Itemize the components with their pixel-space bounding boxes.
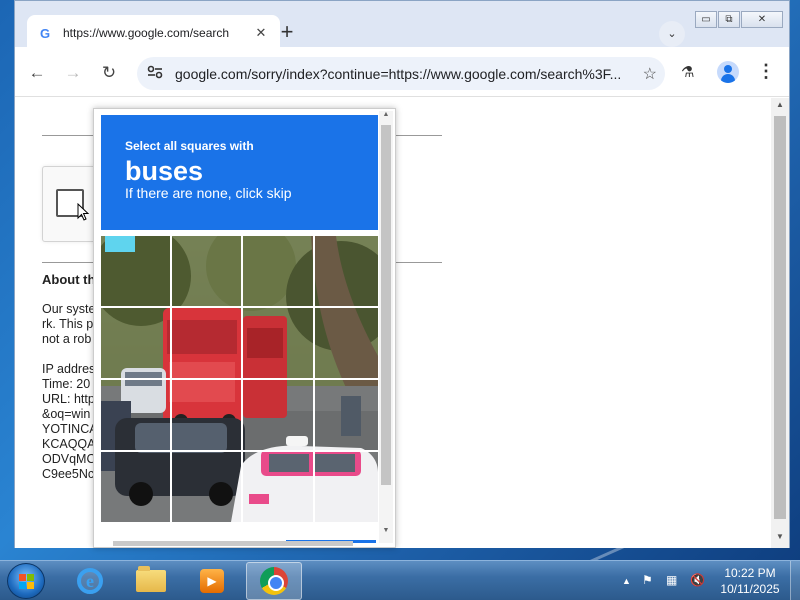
window-close-button[interactable]: ✕ — [741, 11, 783, 28]
tab-search-button[interactable]: ⌄ — [659, 21, 685, 47]
scroll-up-arrow-icon[interactable]: ▲ — [771, 98, 789, 112]
system-clock[interactable]: 10:22 PM 10/11/2025 — [712, 565, 788, 597]
scroll-down-arrow-icon[interactable]: ▼ — [771, 530, 789, 544]
volume-muted-icon[interactable]: 🔇 — [690, 573, 705, 587]
address-url[interactable]: google.com/sorry/index?continue=https://… — [175, 66, 635, 82]
start-button[interactable] — [7, 563, 45, 599]
forward-button[interactable]: → — [61, 61, 85, 85]
challenge-scrollbar-thumb[interactable] — [381, 125, 391, 485]
about-heading: About th — [42, 272, 96, 287]
grid-tile[interactable] — [315, 452, 378, 522]
restore-button[interactable]: ⧉ — [718, 11, 740, 28]
time-line: Time: 20 — [42, 377, 91, 391]
grid-tile[interactable] — [172, 380, 241, 450]
internet-explorer-icon: e — [77, 568, 103, 594]
challenge-header: Select all squares with buses If there a… — [101, 115, 378, 230]
folder-icon — [136, 566, 166, 592]
reload-button[interactable]: ↻ — [97, 61, 121, 85]
labs-icon[interactable]: ⚗ — [681, 63, 694, 81]
new-tab-button[interactable]: + — [275, 21, 299, 45]
action-center-flag-icon[interactable]: ⚑ — [642, 573, 653, 587]
profile-icon[interactable] — [717, 61, 739, 83]
grid-tile[interactable] — [243, 236, 313, 306]
windows-logo-icon — [19, 574, 34, 589]
chrome-icon — [260, 567, 288, 595]
grid-tile[interactable] — [243, 452, 313, 522]
grid-tile[interactable] — [315, 236, 378, 306]
challenge-instruction: If there are none, click skip — [125, 185, 292, 201]
grid-tile[interactable] — [172, 236, 241, 306]
page-scrollbar-thumb[interactable] — [774, 116, 786, 519]
image-grid — [101, 236, 378, 522]
google-favicon-icon: G — [39, 25, 51, 41]
url-line: C9ee5Nc — [42, 467, 95, 481]
grid-tile[interactable] — [101, 308, 170, 378]
browser-toolbar: ← → ↻ google.com/sorry/index?continue=ht… — [15, 47, 789, 97]
grid-tile[interactable] — [101, 236, 170, 306]
recaptcha-challenge-popup: Select all squares with buses If there a… — [93, 108, 396, 548]
taskbar-file-explorer[interactable] — [123, 562, 179, 600]
menu-icon[interactable]: ⋮ — [757, 61, 775, 82]
taskbar-chrome[interactable] — [246, 562, 302, 600]
network-icon[interactable]: ▦ — [666, 573, 677, 587]
back-button[interactable]: ← — [25, 61, 49, 85]
clock-time: 10:22 PM — [724, 566, 776, 580]
challenge-scrollbar[interactable]: ▲ ▼ — [379, 111, 393, 543]
clock-date: 10/11/2025 — [720, 582, 780, 596]
challenge-horizontal-scrollbar[interactable] — [101, 539, 379, 547]
grid-tile[interactable] — [172, 452, 241, 522]
grid-tile[interactable] — [172, 308, 241, 378]
grid-tile[interactable] — [315, 308, 378, 378]
page-scrollbar[interactable]: ▲ ▼ — [771, 98, 789, 548]
mouse-cursor-icon — [77, 203, 90, 221]
show-desktop-button[interactable] — [790, 561, 800, 600]
taskbar-internet-explorer[interactable]: e — [62, 562, 118, 600]
scroll-down-arrow-icon[interactable]: ▼ — [379, 527, 393, 539]
scroll-up-arrow-icon[interactable]: ▲ — [379, 111, 393, 123]
browser-tab[interactable]: G https://www.google.com/search ✕ — [27, 15, 280, 51]
media-player-icon: ▶ — [200, 569, 224, 593]
address-bar[interactable]: google.com/sorry/index?continue=https://… — [137, 57, 665, 90]
ip-address-line: IP addres — [42, 362, 96, 376]
grid-tile[interactable] — [243, 380, 313, 450]
tab-strip: G https://www.google.com/search ✕ + ⌄ ▭ … — [15, 1, 789, 51]
grid-tile[interactable] — [101, 452, 170, 522]
tab-close-icon[interactable]: ✕ — [252, 25, 270, 41]
challenge-hscroll-thumb[interactable] — [113, 541, 353, 546]
taskbar-media-player[interactable]: ▶ — [184, 562, 240, 600]
tab-title: https://www.google.com/search — [63, 26, 230, 40]
paragraph-line: not a rob — [42, 332, 92, 346]
site-info-icon[interactable] — [145, 65, 165, 82]
star-icon[interactable]: ☆ — [643, 64, 657, 84]
challenge-target: buses — [125, 156, 204, 186]
grid-tile[interactable] — [101, 380, 170, 450]
grid-tile[interactable] — [315, 380, 378, 450]
minimize-button[interactable]: ▭ — [695, 11, 717, 28]
taskbar: e ▶ ▲ ⚑ ▦ 🔇 10:22 PM 10/11/2025 — [0, 560, 800, 600]
challenge-prompt: Select all squares with — [125, 139, 254, 153]
grid-tile[interactable] — [243, 308, 313, 378]
tray-chevron-icon[interactable]: ▲ — [622, 576, 631, 586]
